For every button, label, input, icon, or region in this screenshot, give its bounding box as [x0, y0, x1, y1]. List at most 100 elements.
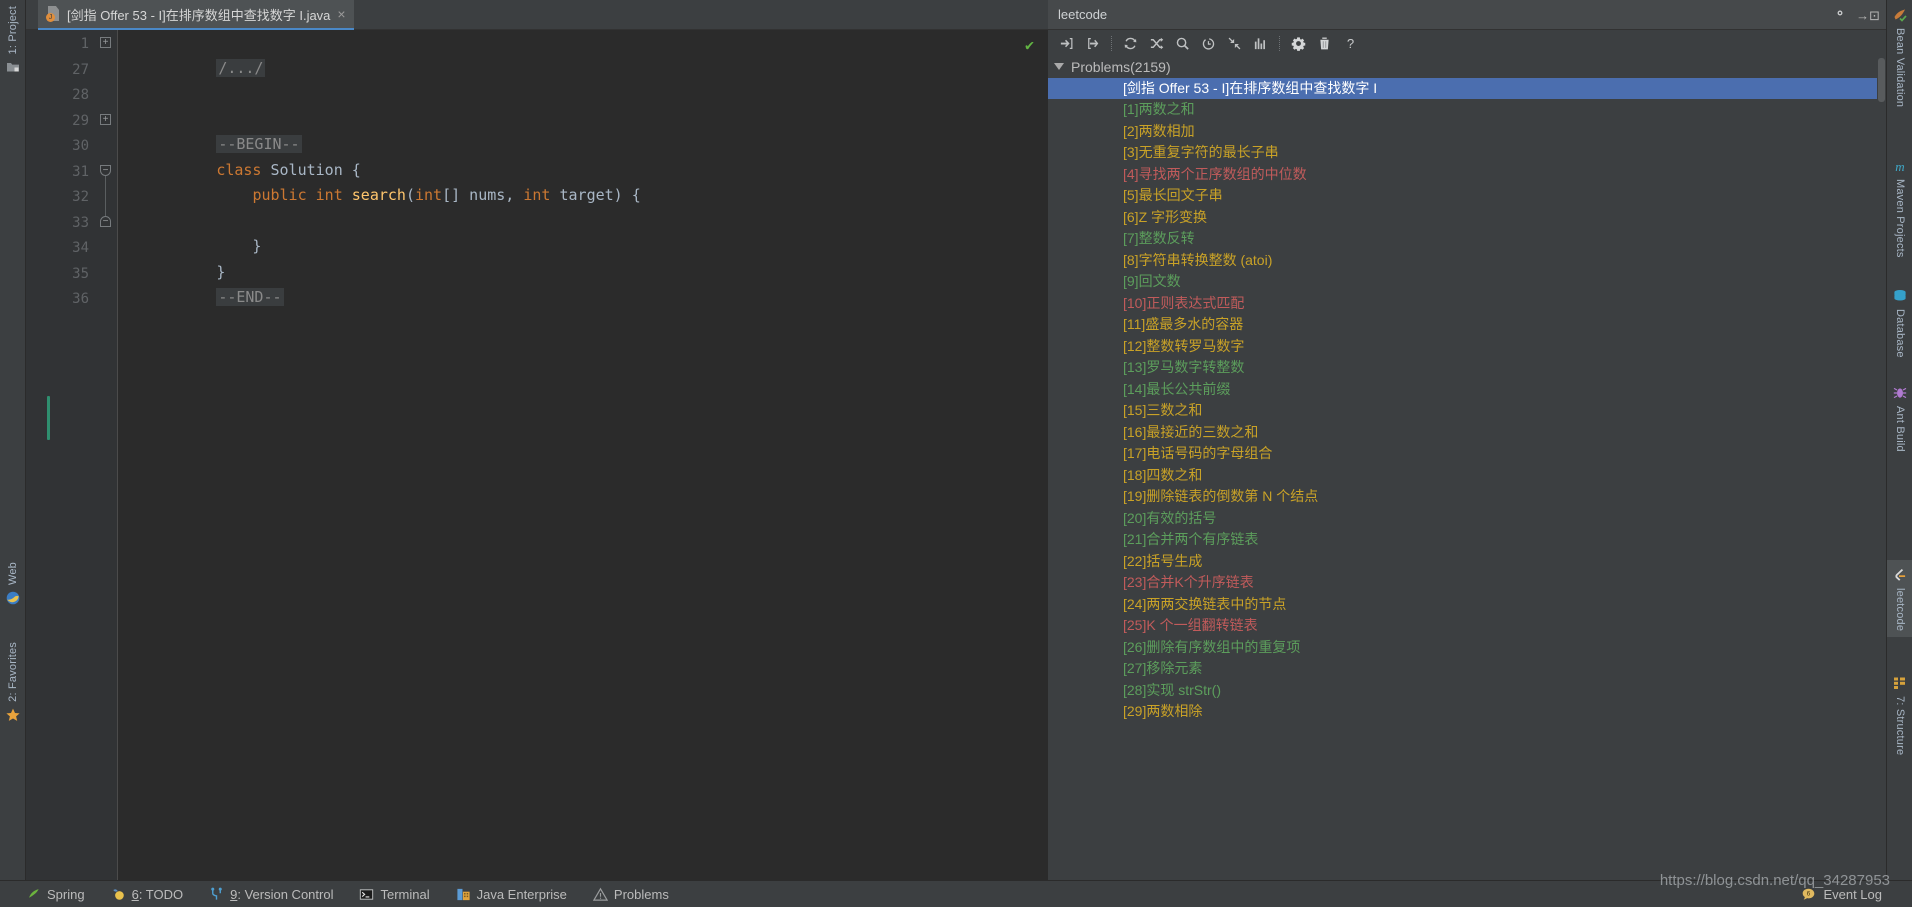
database-icon: [1892, 288, 1908, 304]
problem-item[interactable]: [28]实现 strStr(): [1048, 680, 1886, 702]
ant-build-icon: [1892, 385, 1908, 401]
line-number: 28: [72, 87, 89, 103]
status-item-todo[interactable]: 6 : TODO: [111, 887, 183, 902]
sidebar-item-maven-projects[interactable]: m Maven Projects: [1887, 155, 1912, 260]
trash-icon[interactable]: [1313, 32, 1336, 54]
collapsed-region[interactable]: /.../: [216, 58, 266, 77]
spring-icon: [26, 887, 41, 902]
problem-item[interactable]: [10]正则表达式匹配: [1048, 293, 1886, 315]
help-icon[interactable]: ?: [1339, 32, 1362, 54]
sidebar-item-leetcode[interactable]: leetcode: [1887, 560, 1912, 638]
gear-icon[interactable]: [1833, 6, 1847, 25]
problem-item[interactable]: [27]移除元素: [1048, 658, 1886, 680]
fold-end-icon-line33[interactable]: −: [100, 216, 111, 227]
problem-item[interactable]: [13]罗马数字转整数: [1048, 357, 1886, 379]
problem-item[interactable]: [5]最长回文子串: [1048, 185, 1886, 207]
shuffle-icon[interactable]: [1145, 32, 1168, 54]
editor-vertical-scrollbar[interactable]: [1037, 30, 1048, 880]
code-content[interactable]: ✔ /.../ --BEGIN-- class Solution { publi…: [118, 30, 1048, 880]
problem-item[interactable]: [剑指 Offer 53 - I]在排序数组中查找数字 I: [1048, 77, 1886, 99]
chart-icon[interactable]: [1249, 32, 1272, 54]
status-item-label: Spring: [47, 886, 85, 902]
close-icon[interactable]: ×: [337, 7, 345, 21]
sidebar-item-bean-validation[interactable]: Bean Validation: [1887, 4, 1912, 109]
editor-body[interactable]: 1 27 28 29 30 31 32 33 34 35 36 + + − −: [26, 30, 1048, 880]
problem-item[interactable]: [1]两数之和: [1048, 99, 1886, 121]
problem-item[interactable]: [8]字符串转换整数 (atoi): [1048, 250, 1886, 272]
problem-item[interactable]: [9]回文数: [1048, 271, 1886, 293]
problem-item[interactable]: [19]删除链表的倒数第 N 个结点: [1048, 486, 1886, 508]
sidebar-item-project[interactable]: 1: Project: [0, 4, 26, 78]
problem-item[interactable]: [12]整数转罗马数字: [1048, 336, 1886, 358]
problem-item[interactable]: [3]无重复字符的最长子串: [1048, 142, 1886, 164]
editor-tab[interactable]: J [剑指 Offer 53 - I]在排序数组中查找数字 I.java ×: [38, 0, 354, 30]
settings-icon[interactable]: [1287, 32, 1310, 54]
sidebar-item-structure[interactable]: 7: Structure: [1887, 672, 1912, 757]
problem-item[interactable]: [18]四数之和: [1048, 465, 1886, 487]
status-item-java-enterprise[interactable]: Java Enterprise: [456, 887, 567, 902]
bean-validation-icon: [1892, 7, 1908, 23]
sidebar-item-ant-build[interactable]: Ant Build: [1887, 382, 1912, 454]
leetcode-toolbar: ?: [1048, 30, 1886, 56]
status-item-event-log[interactable]: 6 Event Log: [1801, 887, 1882, 902]
problem-item[interactable]: [23]合并K个升序链表: [1048, 572, 1886, 594]
line-number: 30: [72, 138, 89, 154]
problem-item[interactable]: [26]删除有序数组中的重复项: [1048, 637, 1886, 659]
problem-item[interactable]: [22]括号生成: [1048, 551, 1886, 573]
editor-tab-title: [剑指 Offer 53 - I]在排序数组中查找数字 I.java: [67, 7, 331, 23]
problem-item[interactable]: [17]电话号码的字母组合: [1048, 443, 1886, 465]
editor-tab-bar: J [剑指 Offer 53 - I]在排序数组中查找数字 I.java ×: [26, 0, 1048, 30]
problem-item[interactable]: [29]两数相除: [1048, 701, 1886, 723]
sidebar-item-favorites[interactable]: 2: Favorites: [0, 640, 26, 726]
problems-tree[interactable]: Problems(2159) [剑指 Offer 53 - I]在排序数组中查找…: [1048, 56, 1886, 880]
problem-item[interactable]: [21]合并两个有序链表: [1048, 529, 1886, 551]
fold-expand-icon-line1[interactable]: +: [100, 37, 111, 48]
refresh-icon[interactable]: [1119, 32, 1142, 54]
line-number: 35: [72, 265, 89, 282]
vcs-icon: [209, 887, 224, 902]
scrollbar-thumb[interactable]: [1878, 58, 1885, 102]
clock-icon[interactable]: [1197, 32, 1220, 54]
problem-item[interactable]: [15]三数之和: [1048, 400, 1886, 422]
inspection-status-icon[interactable]: ✔: [1025, 36, 1034, 54]
fold-expand-icon-line29[interactable]: +: [100, 114, 111, 125]
sidebar-item-label: Bean Validation: [1894, 28, 1906, 108]
problem-item[interactable]: [11]盛最多水的容器: [1048, 314, 1886, 336]
svg-text:6: 6: [1807, 890, 1811, 897]
sidebar-item-label: 2: Favorites: [7, 642, 19, 702]
sign-out-icon[interactable]: [1081, 32, 1104, 54]
problem-item[interactable]: [24]两两交换链表中的节点: [1048, 594, 1886, 616]
chevron-down-icon[interactable]: [1054, 63, 1064, 71]
status-item-terminal[interactable]: Terminal: [359, 887, 430, 902]
line-number: 27: [72, 61, 89, 78]
problem-item[interactable]: [6]Z 字形变换: [1048, 207, 1886, 229]
problem-item[interactable]: [4]寻找两个正序数组的中位数: [1048, 164, 1886, 186]
star-icon: [5, 707, 21, 723]
problem-list: [剑指 Offer 53 - I]在排序数组中查找数字 I [1]两数之和 [2]两…: [1048, 77, 1886, 723]
status-item-version-control[interactable]: 9 : Version Control: [209, 887, 333, 902]
problem-item[interactable]: [16]最接近的三数之和: [1048, 422, 1886, 444]
status-item-problems[interactable]: Problems: [592, 887, 669, 902]
hide-panel-icon[interactable]: →⊡: [1856, 9, 1880, 22]
search-icon[interactable]: [1171, 32, 1194, 54]
status-item-spring[interactable]: Spring: [26, 887, 85, 902]
java-enterprise-icon: [456, 887, 471, 902]
problems-icon: [592, 887, 608, 902]
sidebar-item-web[interactable]: Web: [0, 560, 26, 609]
tree-root-label: Problems(2159): [1071, 58, 1171, 75]
problem-item[interactable]: [25]K 个一组翻转链表: [1048, 615, 1886, 637]
problem-item[interactable]: [7]整数反转: [1048, 228, 1886, 250]
fold-collapse-icon-line31[interactable]: −: [100, 165, 111, 176]
line-number: 29: [72, 112, 89, 129]
leetcode-vertical-scrollbar[interactable]: [1877, 56, 1886, 880]
change-marker: [47, 396, 50, 440]
editor-gutter[interactable]: 1 27 28 29 30 31 32 33 34 35 36 + + − −: [26, 30, 118, 880]
tree-root-problems[interactable]: Problems(2159): [1048, 56, 1886, 78]
collapse-all-icon[interactable]: [1223, 32, 1246, 54]
problem-item[interactable]: [2]两数相加: [1048, 121, 1886, 143]
sidebar-item-database[interactable]: Database: [1887, 285, 1912, 360]
sign-in-icon[interactable]: [1055, 32, 1078, 54]
problem-item[interactable]: [20]有效的括号: [1048, 508, 1886, 530]
problem-item[interactable]: [14]最长公共前缀: [1048, 379, 1886, 401]
leetcode-tool-window: leetcode →⊡ ? Problems(2159) [剑指 Offer 5…: [1048, 0, 1886, 880]
